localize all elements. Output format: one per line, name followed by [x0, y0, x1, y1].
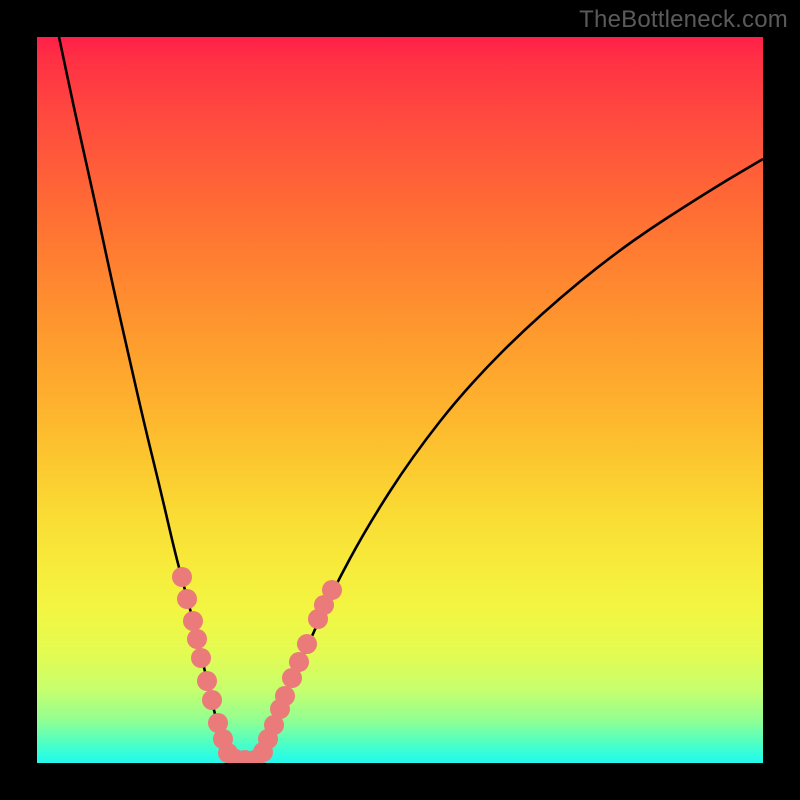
- data-point: [289, 652, 309, 672]
- data-point: [191, 648, 211, 668]
- data-point: [177, 589, 197, 609]
- data-point: [183, 611, 203, 631]
- data-point: [297, 634, 317, 654]
- data-point: [187, 629, 207, 649]
- plot-area: [37, 37, 763, 763]
- data-point: [202, 690, 222, 710]
- watermark-text: TheBottleneck.com: [579, 6, 788, 34]
- data-point: [275, 686, 295, 706]
- dots-layer: [37, 37, 763, 763]
- data-point: [172, 567, 192, 587]
- chart-stage: TheBottleneck.com: [0, 0, 800, 800]
- data-point: [197, 671, 217, 691]
- data-point: [322, 580, 342, 600]
